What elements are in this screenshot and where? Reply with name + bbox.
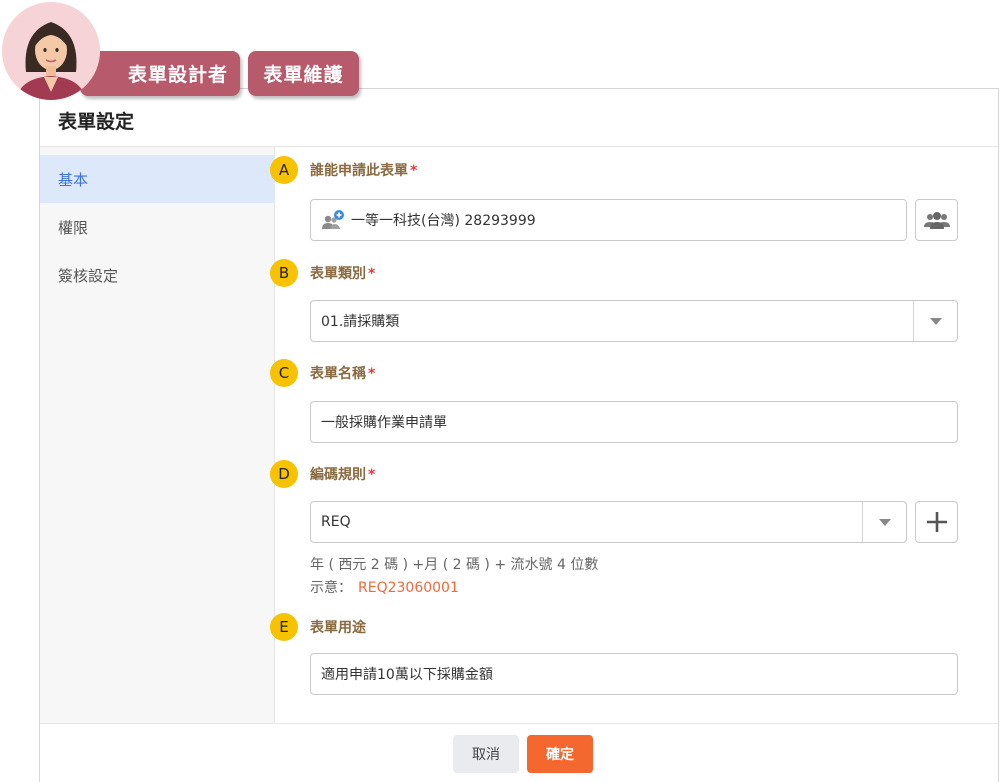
form-name-value: 一般採購作業申請單: [321, 415, 447, 431]
badge-c: C: [270, 359, 298, 387]
plus-icon: [926, 512, 947, 532]
example-value: REQ23060001: [358, 580, 459, 596]
chevron-down-icon: [878, 518, 891, 526]
form-purpose-input[interactable]: 適用申請10萬以下採購金額: [310, 653, 958, 695]
confirm-button[interactable]: 確定: [527, 735, 593, 773]
required-mark: *: [410, 163, 418, 179]
settings-sidebar: 基本 權限 簽核設定: [40, 147, 275, 723]
sidebar-item-approval-settings[interactable]: 簽核設定: [40, 251, 275, 299]
numbering-rule-description: 年 ( 西元 2 碼 ) +月 ( 2 碼 ) + 流水號 4 位數: [310, 557, 599, 573]
chevron-down-icon: [929, 317, 942, 325]
required-mark: *: [368, 366, 376, 382]
badge-e: E: [270, 613, 298, 641]
dialog-title: 表單設定: [58, 111, 135, 133]
form-settings-dialog: 表單設定 基本 權限 簽核設定 A 誰能申請此表單 * 一等一科技(台灣) 282…: [39, 88, 999, 782]
applicant-label: 誰能申請此表單 *: [310, 163, 418, 179]
numbering-rule-label: 編碼規則 *: [310, 467, 376, 483]
role-tag-maintenance: 表單維護: [248, 51, 359, 96]
required-mark: *: [368, 467, 376, 483]
role-tag-designer: 表單設計者: [80, 51, 240, 96]
dialog-footer: 取消 確定: [40, 723, 998, 782]
form-name-label: 表單名稱 *: [310, 366, 376, 382]
add-rule-button[interactable]: [915, 501, 958, 543]
badge-a: A: [270, 156, 298, 184]
select-group-button[interactable]: [915, 199, 958, 241]
form-name-input[interactable]: 一般採購作業申請單: [310, 401, 958, 443]
users-group-icon: [923, 212, 950, 229]
cancel-button[interactable]: 取消: [453, 735, 519, 773]
applicant-field[interactable]: 一等一科技(台灣) 28293999: [310, 199, 907, 241]
required-mark: *: [368, 266, 376, 282]
form-purpose-label: 表單用途: [310, 620, 366, 636]
badge-d: D: [270, 460, 298, 488]
form-category-select[interactable]: 01.請採購類: [310, 300, 958, 342]
woman-avatar-icon: [2, 2, 100, 100]
numbering-rule-select[interactable]: REQ: [310, 501, 907, 543]
badge-b: B: [270, 259, 298, 287]
rule-dropdown-toggle[interactable]: [862, 502, 906, 542]
add-user-icon: [322, 210, 344, 229]
numbering-example: 示意： REQ23060001: [310, 577, 459, 597]
form-category-label: 表單類別 *: [310, 266, 376, 282]
numbering-rule-value: REQ: [321, 514, 351, 530]
sidebar-item-basic[interactable]: 基本: [40, 155, 275, 203]
applicant-value: 一等一科技(台灣) 28293999: [351, 213, 536, 229]
sidebar-item-permissions[interactable]: 權限: [40, 203, 275, 251]
user-avatar: [2, 2, 100, 100]
form-purpose-value: 適用申請10萬以下採購金額: [321, 667, 493, 683]
category-dropdown-toggle[interactable]: [913, 301, 957, 341]
example-label: 示意：: [310, 580, 352, 596]
settings-content: A 誰能申請此表單 * 一等一科技(台灣) 28293999 B 表單類別 * …: [270, 147, 998, 723]
form-category-value: 01.請採購類: [321, 314, 400, 330]
